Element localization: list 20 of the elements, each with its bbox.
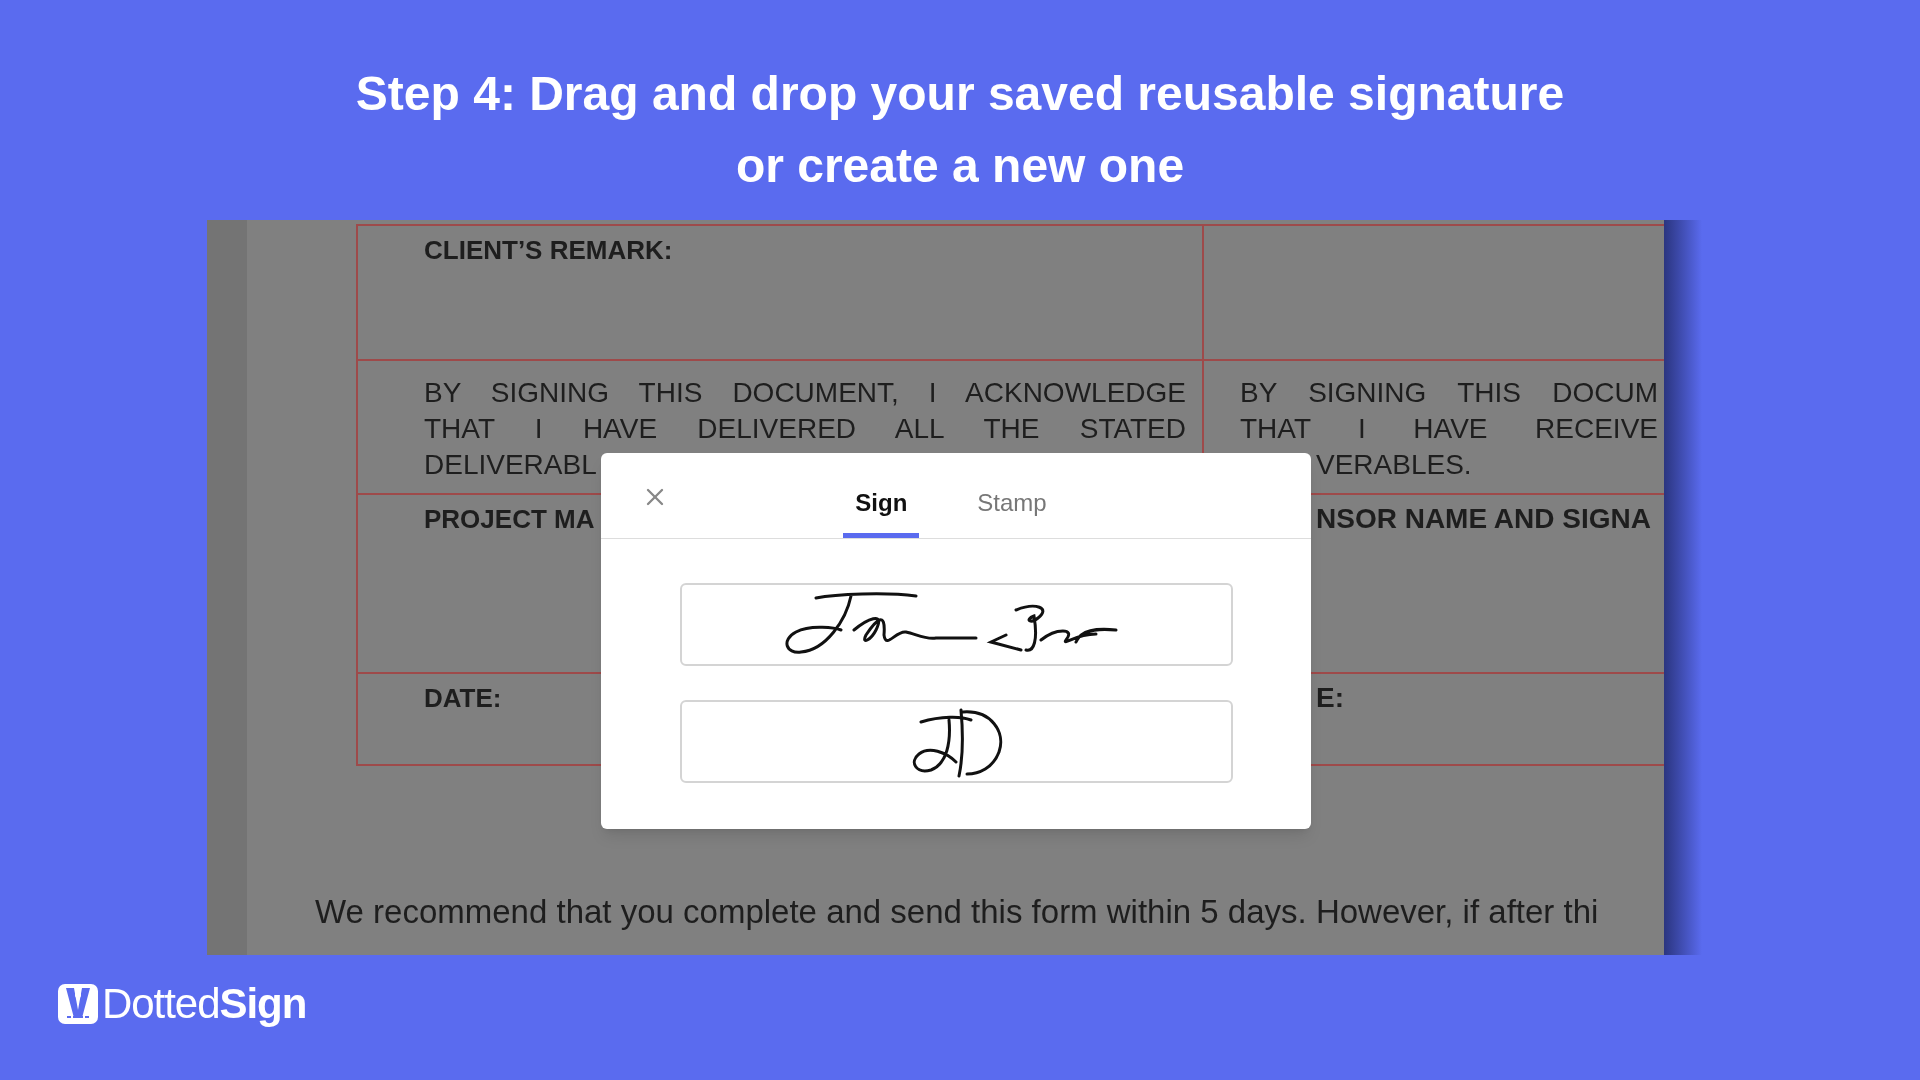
field-label: CLIENT’S REMARK: — [424, 234, 673, 267]
document-text: BY SIGNING THIS DOCUM — [1240, 376, 1658, 410]
logo-icon — [58, 984, 98, 1024]
document-text: We recommend that you complete and send this form within 5 days. However, if after thi — [315, 894, 1599, 930]
document-text: BY SIGNING THIS DOCUMENT, I ACKNOWLEDGE — [424, 376, 1186, 410]
heading-line: Step 4: Drag and drop your saved reusable signature — [355, 66, 1565, 122]
field-label: NSOR NAME AND SIGNA — [1316, 502, 1652, 536]
document-text: DELIVERABL — [424, 448, 597, 482]
document-text: THAT I HAVE RECEIVE — [1240, 412, 1658, 446]
field-label: E: — [1316, 681, 1345, 715]
heading-line: or create a new one — [735, 138, 1185, 194]
dialog-tab[interactable]: Sign — [843, 485, 920, 538]
saved-signature[interactable] — [679, 700, 1233, 783]
saved-signature[interactable] — [679, 583, 1233, 666]
field-label: DATE: — [424, 682, 502, 715]
document-text: VERABLES. — [1315, 448, 1473, 482]
dialog-tab[interactable]: Stamp — [965, 485, 1059, 538]
field-label: PROJECT MA — [424, 503, 595, 536]
document-text: THAT I HAVE DELIVERED ALL THE STATED — [424, 412, 1186, 446]
logo-text: DottedSign — [102, 983, 307, 1025]
